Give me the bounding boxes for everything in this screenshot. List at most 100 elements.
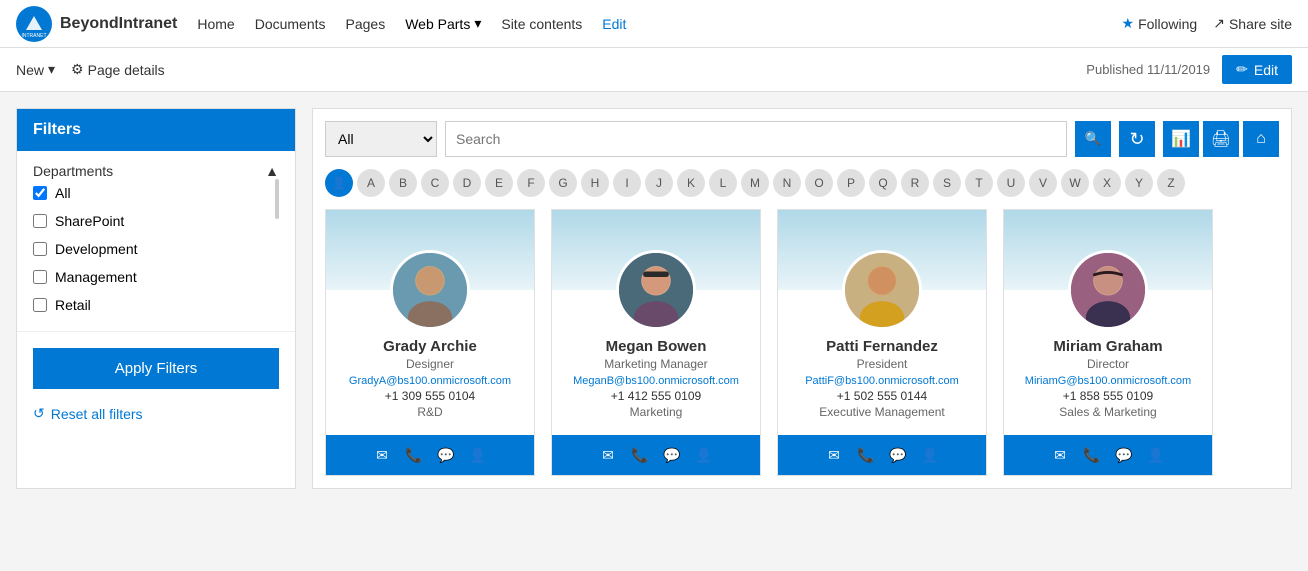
filter-checkbox-management[interactable] — [33, 270, 47, 284]
chat-megan-button[interactable]: 💬 — [660, 443, 684, 467]
filter-item-sharepoint: SharePoint — [33, 207, 279, 235]
nav-home[interactable]: Home — [197, 16, 234, 32]
page-details-button[interactable]: ⚙ Page details — [71, 61, 165, 78]
alpha-btn-l[interactable]: L — [709, 169, 737, 197]
phone-patti-button[interactable]: 📞 — [854, 443, 878, 467]
alpha-btn-d[interactable]: D — [453, 169, 481, 197]
phone-megan-button[interactable]: 📞 — [628, 443, 652, 467]
alpha-btn-x[interactable]: X — [1093, 169, 1121, 197]
person-title-miriam: Director — [1016, 357, 1200, 371]
person-actions-grady: ✉ 📞 💬 👤 — [326, 435, 534, 475]
chat-grady-button[interactable]: 💬 — [434, 443, 458, 467]
person-dept-megan: Marketing — [564, 405, 748, 419]
alpha-btn-a[interactable]: A — [357, 169, 385, 197]
following-button[interactable]: ★ Following — [1122, 15, 1198, 32]
filter-checkbox-development[interactable] — [33, 242, 47, 256]
excel-export-button[interactable]: 📊 — [1163, 121, 1199, 157]
person-card-top-miriam — [1004, 210, 1212, 290]
logo-area: INTRANET BeyondIntranet — [16, 6, 177, 42]
avatar-grady — [390, 250, 470, 330]
filter-checkbox-all[interactable] — [33, 186, 47, 200]
refresh-icon: ↻ — [1129, 129, 1144, 150]
nav-site-contents[interactable]: Site contents — [501, 16, 582, 32]
alpha-btn-n[interactable]: N — [773, 169, 801, 197]
alpha-btn-e[interactable]: E — [485, 169, 513, 197]
nav-pages[interactable]: Pages — [346, 16, 386, 32]
nav-edit[interactable]: Edit — [602, 16, 626, 32]
share-icon: ↗ — [1213, 15, 1225, 32]
alpha-btn-q[interactable]: Q — [869, 169, 897, 197]
site-title: BeyondIntranet — [60, 15, 177, 33]
alpha-btn-j[interactable]: J — [645, 169, 673, 197]
search-button[interactable]: 🔍 — [1075, 121, 1111, 157]
alpha-btn-p[interactable]: P — [837, 169, 865, 197]
email-miriam-button[interactable]: ✉ — [1048, 443, 1072, 467]
reset-filters-button[interactable]: ↺ Reset all filters — [33, 405, 143, 422]
logo-icon: INTRANET — [16, 6, 52, 42]
person-title-megan: Marketing Manager — [564, 357, 748, 371]
person-phone-patti: +1 502 555 0144 — [790, 389, 974, 403]
alpha-btn-r[interactable]: R — [901, 169, 929, 197]
alpha-btn-m[interactable]: M — [741, 169, 769, 197]
search-icon: 🔍 — [1085, 131, 1102, 147]
gear-icon: ⚙ — [71, 61, 84, 78]
profile-grady-button[interactable]: 👤 — [466, 443, 490, 467]
person-phone-grady: +1 309 555 0104 — [338, 389, 522, 403]
alpha-btn-g[interactable]: G — [549, 169, 577, 197]
alpha-btn-h[interactable]: H — [581, 169, 609, 197]
avatar-patti — [842, 250, 922, 330]
departments-filter-section: Departments ▲ All SharePoint — [17, 151, 295, 332]
print-button[interactable]: 🖨 — [1203, 121, 1239, 157]
profile-miriam-button[interactable]: 👤 — [1144, 443, 1168, 467]
alpha-btn-o[interactable]: O — [805, 169, 833, 197]
filter-checkbox-sharepoint[interactable] — [33, 214, 47, 228]
alpha-btn-k[interactable]: K — [677, 169, 705, 197]
alpha-btn-b[interactable]: B — [389, 169, 417, 197]
nav-documents[interactable]: Documents — [255, 16, 326, 32]
person-title-grady: Designer — [338, 357, 522, 371]
share-button[interactable]: ↗ Share site — [1213, 15, 1292, 32]
alpha-btn-u[interactable]: U — [997, 169, 1025, 197]
alpha-btn-w[interactable]: W — [1061, 169, 1089, 197]
new-button[interactable]: New ▾ — [16, 61, 55, 78]
person-dept-patti: Executive Management — [790, 405, 974, 419]
person-card-miriam: Miriam Graham Director MiriamG@bs100.onm… — [1003, 209, 1213, 476]
alpha-btn-c[interactable]: C — [421, 169, 449, 197]
nav-web-parts[interactable]: Web Parts ▾ — [405, 15, 481, 32]
person-name-grady: Grady Archie — [338, 338, 522, 355]
refresh-button[interactable]: ↻ — [1119, 121, 1155, 157]
filter-checkbox-retail[interactable] — [33, 298, 47, 312]
search-input[interactable] — [446, 131, 1066, 147]
search-select[interactable]: All Name Department Title — [325, 121, 437, 157]
chat-patti-button[interactable]: 💬 — [886, 443, 910, 467]
person-actions-patti: ✉ 📞 💬 👤 — [778, 435, 986, 475]
email-grady-button[interactable]: ✉ — [370, 443, 394, 467]
phone-grady-button[interactable]: 📞 — [402, 443, 426, 467]
alpha-btn-f[interactable]: F — [517, 169, 545, 197]
apply-filters-button[interactable]: Apply Filters — [33, 348, 279, 389]
alpha-btn-i[interactable]: I — [613, 169, 641, 197]
filter-item-retail: Retail — [33, 291, 279, 319]
email-patti-button[interactable]: ✉ — [822, 443, 846, 467]
alpha-btn-v[interactable]: V — [1029, 169, 1057, 197]
profile-megan-button[interactable]: 👤 — [692, 443, 716, 467]
departments-header[interactable]: Departments ▲ — [33, 163, 279, 179]
email-megan-button[interactable]: ✉ — [596, 443, 620, 467]
filter-scroll-bar[interactable] — [275, 179, 279, 219]
alpha-btn-t[interactable]: T — [965, 169, 993, 197]
alpha-btn-person[interactable]: 👤 — [325, 169, 353, 197]
alpha-btn-z[interactable]: Z — [1157, 169, 1185, 197]
phone-miriam-button[interactable]: 📞 — [1080, 443, 1104, 467]
edit-page-button[interactable]: ✏ Edit — [1222, 55, 1292, 84]
person-actions-miriam: ✉ 📞 💬 👤 — [1004, 435, 1212, 475]
alpha-btn-y[interactable]: Y — [1125, 169, 1153, 197]
person-title-patti: President — [790, 357, 974, 371]
profile-patti-button[interactable]: 👤 — [918, 443, 942, 467]
avatar-megan — [616, 250, 696, 330]
chat-miriam-button[interactable]: 💬 — [1112, 443, 1136, 467]
filters-header: Filters — [17, 109, 295, 151]
alpha-btn-s[interactable]: S — [933, 169, 961, 197]
home-view-button[interactable]: ⌂ — [1243, 121, 1279, 157]
nav-links: Home Documents Pages Web Parts ▾ Site co… — [197, 15, 1121, 32]
person-phone-megan: +1 412 555 0109 — [564, 389, 748, 403]
